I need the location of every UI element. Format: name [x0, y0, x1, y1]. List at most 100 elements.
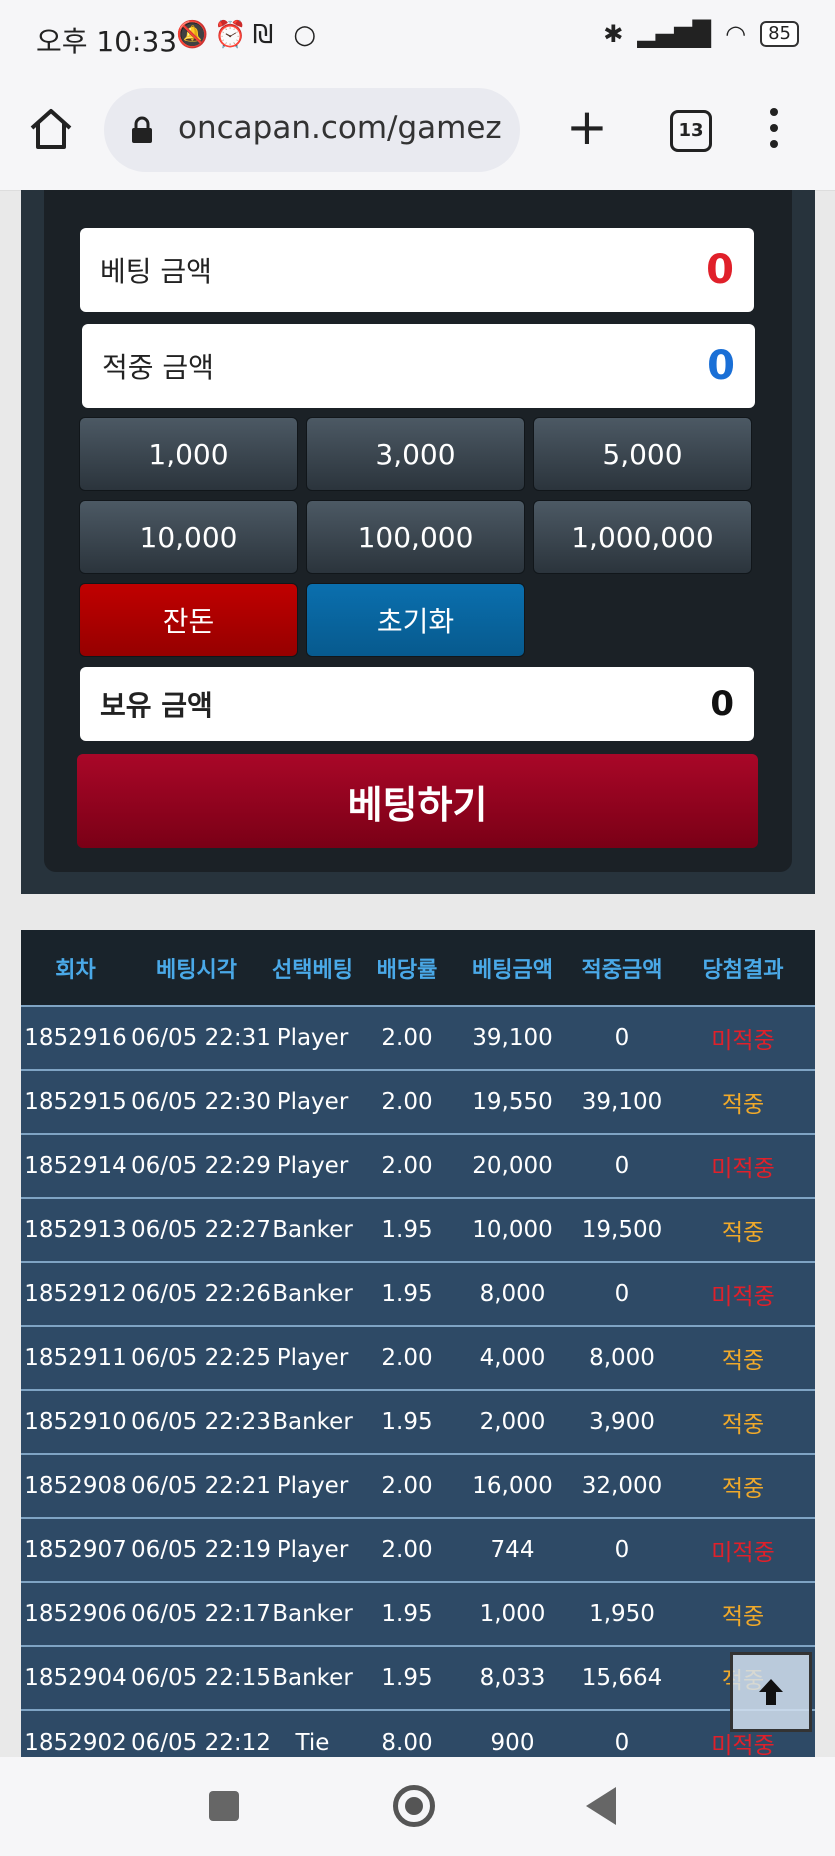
cell-bet-amount: 8,000: [479, 1281, 546, 1307]
signal-icon: ▂▄▆█: [637, 20, 712, 48]
cell-round: 1852913: [24, 1217, 127, 1243]
bet-amount-field: 베팅 금액 0: [80, 228, 754, 312]
cell-bet-amount: 1,000: [479, 1601, 546, 1627]
battery-icon: 85: [760, 21, 799, 47]
chip-1000000-button[interactable]: 1,000,000: [533, 500, 752, 574]
table-row: 185290406/05 22:15Banker1.958,03315,664적…: [21, 1646, 815, 1710]
table-row: 1852908 06/05 22:21 Player 2.00 16,000 32,000…: [21, 1454, 815, 1518]
url-text: oncapan.com/gamez: [178, 110, 502, 146]
table-row: 1852913 06/05 22:27 Banker 1.95 10,000 19,500…: [21, 1198, 815, 1262]
header-odds: 배당률: [376, 957, 438, 983]
place-bet-button[interactable]: 베팅하기: [77, 754, 758, 848]
cell-bet-amount: 2,000: [479, 1409, 546, 1435]
status-right-icons: ✱ ▂▄▆█ ◠ 85: [603, 20, 799, 48]
home-nav-icon[interactable]: [393, 1785, 435, 1827]
cell-odds: 1.95: [381, 1281, 433, 1307]
chip-1000-button[interactable]: 1,000: [79, 417, 298, 491]
table-row: 1852906 06/05 22:17 Banker 1.95 1,000 1,950 적중: [21, 1582, 815, 1646]
cell-bet-amount: 900: [490, 1729, 535, 1756]
new-tab-icon[interactable]: +: [566, 102, 608, 152]
chip-10000-button[interactable]: 10,000: [79, 500, 298, 574]
back-icon[interactable]: [586, 1787, 616, 1825]
arrow-up-icon: [759, 1679, 783, 1705]
cell-result: 미적중: [711, 1028, 775, 1054]
cell-round: 1852916: [24, 1025, 127, 1051]
cell-bet-amount: 16,000: [472, 1473, 553, 1499]
wifi-icon: ◠: [725, 20, 747, 48]
home-icon[interactable]: [28, 106, 74, 152]
cell-bet-time: 06/05 22:15: [131, 1665, 271, 1691]
cell-selection: Player: [276, 1089, 349, 1115]
cell-round: 1852914: [24, 1153, 127, 1179]
win-amount-field: 적중 금액 0: [82, 324, 755, 408]
cell-win-amount: 8,000: [589, 1345, 655, 1371]
cell-odds: 2.00: [381, 1473, 433, 1499]
table-row: 1852914 06/05 22:29 Player 2.00 20,000 0 미적중: [21, 1134, 815, 1198]
cell-bet-time: 06/05 22:19: [131, 1537, 271, 1563]
notification-icons: 🔕⏰₪ ○: [176, 20, 323, 50]
cell-selection: Banker: [272, 1665, 353, 1691]
cell-result: 미적중: [711, 1540, 775, 1566]
holding-amount-field: 보유 금액 0: [80, 667, 754, 741]
cell-bet-time: 06/05 22:29: [131, 1153, 271, 1179]
cell-win-amount: 0: [614, 1729, 630, 1756]
tab-switcher-button[interactable]: 13: [670, 110, 712, 152]
cell-bet-time: 06/05 22:12: [131, 1729, 271, 1756]
cell-selection: Banker: [272, 1281, 353, 1307]
table-header-row: 회차 베팅시각 선택베팅 배당률 베팅금액 적중금액 당첨결과: [21, 930, 815, 1006]
reset-button[interactable]: 초기화: [306, 583, 525, 657]
cell-odds: 1.95: [381, 1409, 433, 1435]
cell-win-amount: 39,100: [581, 1089, 663, 1115]
cell-bet-amount: 19,550: [472, 1089, 553, 1115]
header-selection: 선택베팅: [272, 957, 353, 983]
cell-win-amount: 3,900: [589, 1409, 655, 1435]
cell-odds: 2.00: [381, 1345, 433, 1371]
cell-selection: Player: [276, 1473, 349, 1499]
cell-result: 적중: [721, 1476, 765, 1502]
table-row: 1852915 06/05 22:30 Player 2.00 19,550 39,100…: [21, 1070, 815, 1134]
scroll-to-top-button[interactable]: [730, 1652, 812, 1732]
cell-result: 적중: [721, 1348, 765, 1374]
cell-selection: Banker: [272, 1409, 353, 1435]
cell-win-amount: 15,664: [581, 1665, 663, 1691]
cell-win-amount: 0: [614, 1025, 630, 1051]
more-menu-icon[interactable]: [766, 108, 782, 154]
header-win-amount: 적중금액: [581, 957, 663, 983]
cell-win-amount: 1,950: [589, 1601, 655, 1627]
chip-5000-button[interactable]: 5,000: [533, 417, 752, 491]
cell-round: 1852906: [24, 1601, 127, 1627]
recents-icon[interactable]: [209, 1791, 239, 1821]
address-bar[interactable]: oncapan.com/gamez: [104, 88, 520, 172]
bluetooth-icon: ✱: [603, 20, 624, 48]
cell-win-amount: 0: [614, 1281, 630, 1307]
cell-bet-time: 06/05 22:30: [131, 1089, 271, 1115]
lock-icon: [130, 116, 154, 144]
cell-round: 1852904: [24, 1665, 127, 1691]
cell-round: 1852911: [24, 1345, 127, 1371]
holding-amount-value: 0: [710, 684, 734, 724]
table-row: 1852916 06/05 22:31 Player 2.00 39,100 0 미적중: [21, 1006, 815, 1070]
cell-round: 1852915: [24, 1089, 127, 1115]
cell-bet-amount: 4,000: [479, 1345, 546, 1371]
cell-bet-time: 06/05 22:21: [131, 1473, 271, 1499]
table-row: 1852907 06/05 22:19 Player 2.00 744 0 미적중: [21, 1518, 815, 1582]
cell-bet-time: 06/05 22:17: [131, 1601, 271, 1627]
cell-selection: Player: [276, 1345, 349, 1371]
cell-bet-time: 06/05 22:31: [131, 1025, 271, 1051]
cell-selection: Player: [276, 1153, 349, 1179]
chip-100000-button[interactable]: 100,000: [306, 500, 525, 574]
cell-selection: Banker: [272, 1601, 353, 1627]
cell-bet-amount: 10,000: [472, 1217, 553, 1243]
header-bet-amount: 베팅금액: [472, 957, 553, 983]
win-amount-label: 적중 금액: [102, 351, 214, 384]
cell-bet-time: 06/05 22:25: [131, 1345, 271, 1371]
cell-bet-amount: 20,000: [472, 1153, 553, 1179]
cell-odds: 1.95: [381, 1665, 433, 1691]
cell-round: 1852902: [24, 1729, 127, 1756]
balance-button[interactable]: 잔돈: [79, 583, 298, 657]
cell-round: 1852907: [24, 1537, 127, 1563]
cell-odds: 2.00: [381, 1153, 433, 1179]
cell-win-amount: 19,500: [581, 1217, 663, 1243]
system-nav-bar: [0, 1757, 835, 1856]
chip-3000-button[interactable]: 3,000: [306, 417, 525, 491]
